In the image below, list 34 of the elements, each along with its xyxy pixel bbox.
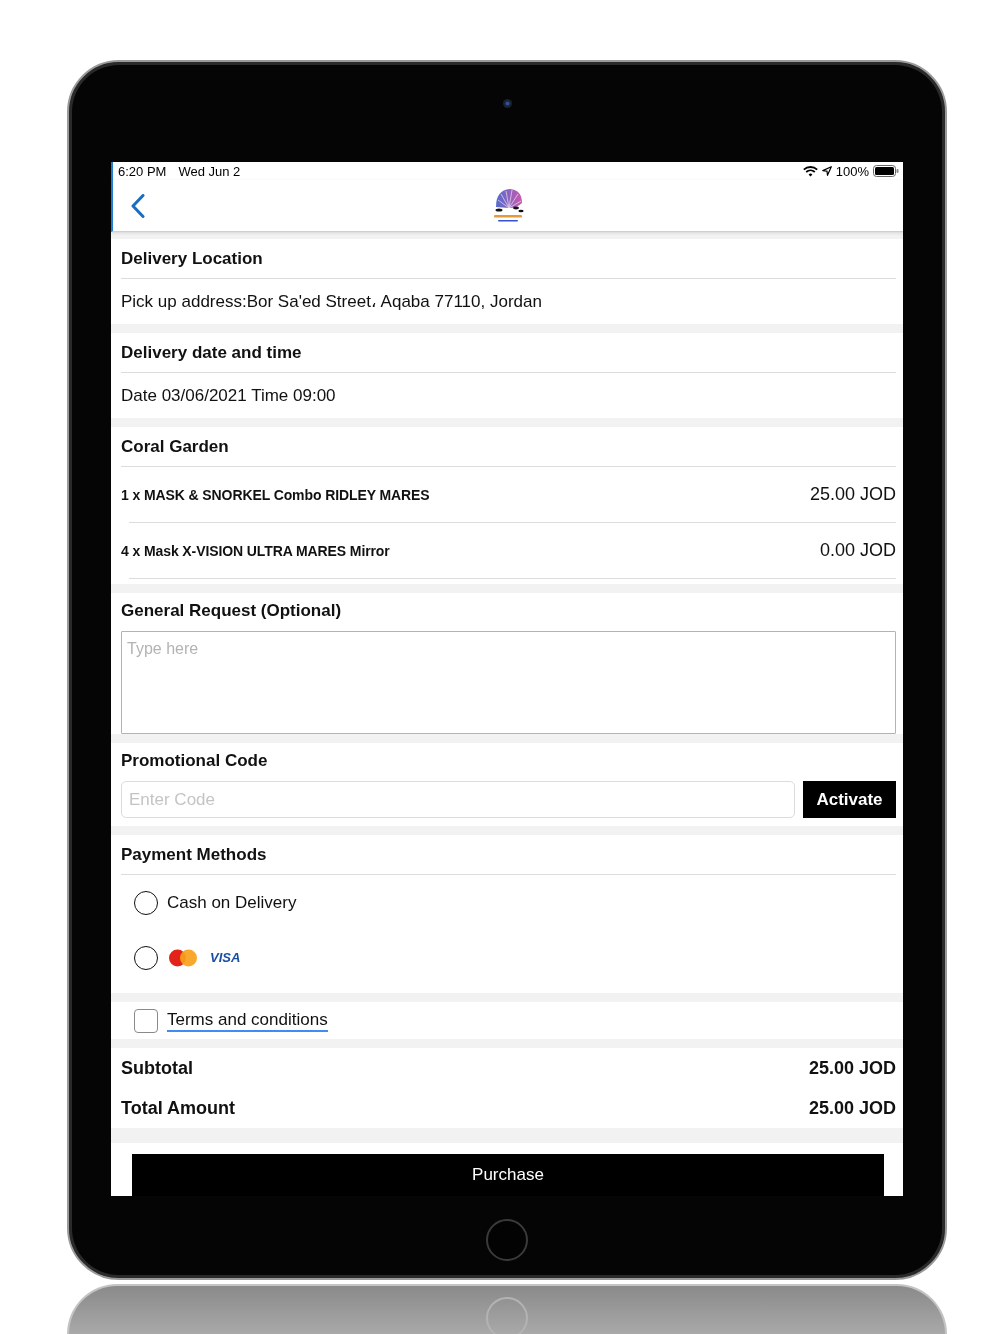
request-text-field[interactable]: Type here bbox=[121, 631, 896, 734]
camera-icon bbox=[502, 99, 512, 108]
section-title: Delivery Location bbox=[121, 239, 896, 279]
section-title: Delivery date and time bbox=[121, 333, 896, 373]
card-brand-text: VISA bbox=[210, 950, 241, 965]
section-title: Payment Methods bbox=[121, 835, 896, 875]
section-text: Pick up address:Bor Sa'ed Street، Aqaba 77110, Jordan bbox=[121, 291, 543, 313]
back-chevron-icon bbox=[131, 193, 145, 218]
section-text: Date 03/06/2021 Time 09:00 bbox=[121, 385, 337, 407]
status-time: 6:20 PM bbox=[118, 163, 167, 179]
section-title: Promotional Code bbox=[121, 750, 269, 772]
section-title: Coral Garden bbox=[121, 427, 896, 467]
battery-icon bbox=[873, 165, 899, 177]
status-date: Wed Jun 2 bbox=[178, 163, 241, 179]
total-label: Subtotal bbox=[121, 1057, 193, 1079]
battery-percent: 100% bbox=[835, 163, 869, 179]
terms-link[interactable]: Terms and conditions bbox=[167, 1009, 328, 1032]
item-name: 4 x Mask X-VISION ULTRA MARES Mirror bbox=[121, 542, 390, 559]
section-title: General Request (Optional) bbox=[121, 600, 343, 622]
promo-code-field[interactable]: Enter Code bbox=[121, 781, 795, 818]
back-button[interactable] bbox=[129, 191, 147, 220]
total-label: Total Amount bbox=[121, 1097, 235, 1119]
wifi-icon bbox=[802, 165, 818, 177]
location-arrow-icon bbox=[821, 166, 832, 176]
card-logo-icon bbox=[167, 948, 199, 967]
item-price: 25.00 JOD bbox=[809, 484, 896, 505]
checkbox[interactable] bbox=[134, 1008, 158, 1033]
item-name: 1 x MASK & SNORKEL Combo RIDLEY MARES bbox=[121, 486, 430, 503]
item-price: 0.00 JOD bbox=[819, 540, 896, 561]
total-value: 25.00 JOD bbox=[808, 1057, 896, 1079]
payment-option-label: Cash on Delivery bbox=[167, 892, 297, 913]
activate-button[interactable]: Activate bbox=[803, 781, 896, 818]
purchase-button[interactable]: Purchase bbox=[132, 1154, 884, 1196]
total-value: 25.00 JOD bbox=[808, 1097, 896, 1119]
